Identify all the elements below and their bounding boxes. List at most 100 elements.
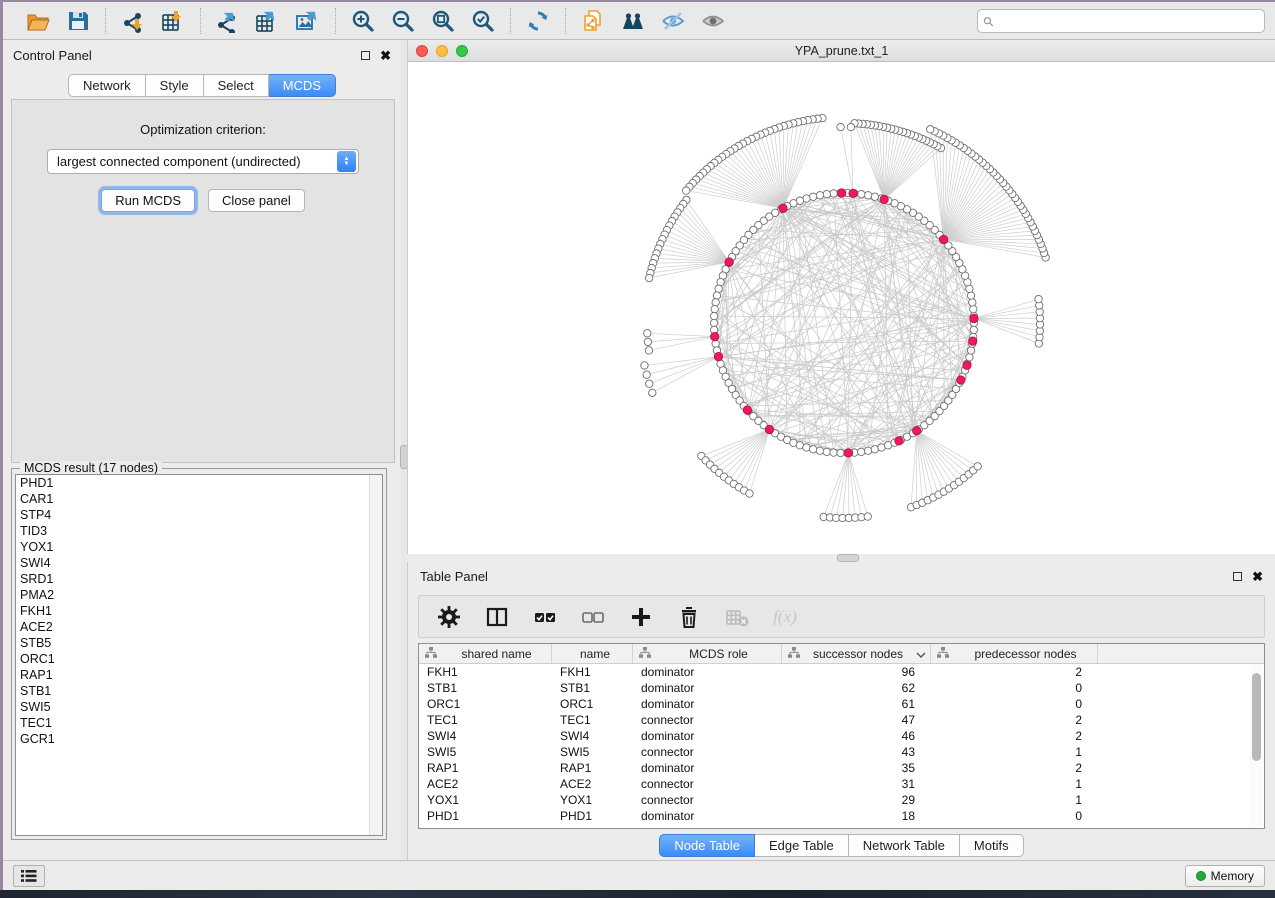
table-cell: 62 (782, 680, 931, 696)
criterion-dropdown[interactable]: largest connected component (undirected)… (47, 149, 359, 174)
scrollbar-thumb[interactable] (1252, 673, 1261, 761)
mcds-result-item[interactable]: STB1 (16, 683, 382, 699)
import-network-icon[interactable] (120, 8, 146, 34)
memory-button[interactable]: Memory (1185, 865, 1265, 887)
search-input[interactable] (977, 9, 1265, 33)
table-scrollbar[interactable] (1250, 665, 1263, 827)
mcds-result-item[interactable]: SWI5 (16, 699, 382, 715)
node-table-body: FKH1FKH1dominator962STB1STB1dominator620… (419, 664, 1264, 824)
mcds-list-scrollbar[interactable] (369, 475, 382, 835)
table-cell: dominator (633, 760, 782, 776)
tab-edge-table[interactable]: Edge Table (755, 834, 849, 857)
mcds-result-item[interactable]: SWI4 (16, 555, 382, 571)
refresh-icon[interactable] (525, 8, 551, 34)
clone-network-icon[interactable] (580, 8, 606, 34)
delete-column-icon[interactable] (677, 605, 701, 629)
select-all-icon[interactable] (533, 605, 557, 629)
list-icon (21, 869, 37, 883)
table-row[interactable]: FKH1FKH1dominator962 (419, 664, 1264, 680)
mcds-result-item[interactable]: ORC1 (16, 651, 382, 667)
table-cell: 47 (782, 712, 931, 728)
table-row[interactable]: SWI4SWI4dominator462 (419, 728, 1264, 744)
table-cell: dominator (633, 696, 782, 712)
mcds-result-item[interactable]: PHD1 (16, 475, 382, 491)
mcds-result-item[interactable]: CAR1 (16, 491, 382, 507)
table-cell: dominator (633, 728, 782, 744)
tab-network[interactable]: Network (68, 74, 146, 97)
tab-motifs[interactable]: Motifs (960, 834, 1024, 857)
tab-network-table[interactable]: Network Table (849, 834, 960, 857)
mcds-result-item[interactable]: TEC1 (16, 715, 382, 731)
tab-select[interactable]: Select (204, 74, 269, 97)
table-row[interactable]: STB1STB1dominator620 (419, 680, 1264, 696)
column-header-MCDS-role[interactable]: MCDS role (633, 644, 782, 663)
table-cell: 0 (931, 808, 1098, 824)
export-image-icon[interactable] (295, 8, 321, 34)
table-cell: ORC1 (552, 696, 633, 712)
task-history-button[interactable] (13, 865, 45, 887)
float-panel-icon[interactable] (361, 51, 370, 60)
table-row[interactable]: ACE2ACE2connector311 (419, 776, 1264, 792)
import-table-icon[interactable] (160, 8, 186, 34)
close-panel-icon[interactable]: ✖ (380, 51, 391, 60)
save-session-icon[interactable] (65, 8, 91, 34)
column-header-predecessor-nodes[interactable]: predecessor nodes (931, 644, 1098, 663)
table-panel-tabs: Node Table Edge Table Network Table Moti… (408, 834, 1275, 857)
control-panel-header: Control Panel ✖ (3, 40, 401, 66)
deselect-all-icon[interactable] (581, 605, 605, 629)
mcds-result-item[interactable]: TID3 (16, 523, 382, 539)
column-header-successor-nodes[interactable]: successor nodes (782, 644, 931, 663)
tab-mcds[interactable]: MCDS (269, 74, 336, 97)
mcds-result-item[interactable]: FKH1 (16, 603, 382, 619)
mcds-result-item[interactable]: SRD1 (16, 571, 382, 587)
export-network-icon[interactable] (215, 8, 241, 34)
network-window-titlebar[interactable]: YPA_prune.txt_1 (408, 40, 1275, 62)
horizontal-splitter[interactable] (407, 554, 1275, 562)
splitter-handle[interactable] (837, 554, 859, 562)
float-panel-icon[interactable] (1233, 572, 1242, 581)
table-row[interactable]: PHD1PHD1dominator180 (419, 808, 1264, 824)
zoom-fit-icon[interactable] (430, 8, 456, 34)
open-session-icon[interactable] (25, 8, 51, 34)
mcds-result-item[interactable]: RAP1 (16, 667, 382, 683)
table-cell: SWI5 (552, 744, 633, 760)
table-cell: FKH1 (552, 664, 633, 680)
export-table-icon[interactable] (255, 8, 281, 34)
table-panel-header: Table Panel ✖ (408, 562, 1275, 586)
table-row[interactable]: TEC1TEC1connector472 (419, 712, 1264, 728)
table-row[interactable]: RAP1RAP1dominator352 (419, 760, 1264, 776)
zoom-out-icon[interactable] (390, 8, 416, 34)
network-canvas[interactable] (408, 62, 1275, 554)
close-panel-button[interactable]: Close panel (208, 189, 305, 212)
close-panel-icon[interactable]: ✖ (1252, 572, 1263, 581)
first-neighbors-icon[interactable] (620, 8, 646, 34)
hide-selected-icon[interactable] (660, 8, 686, 34)
column-header-name[interactable]: name (552, 644, 633, 663)
mcds-result-item[interactable]: GCR1 (16, 731, 382, 747)
mcds-result-item[interactable]: YOX1 (16, 539, 382, 555)
table-row[interactable]: SWI5SWI5connector431 (419, 744, 1264, 760)
run-mcds-button[interactable]: Run MCDS (101, 189, 195, 212)
mcds-result-item[interactable]: PMA2 (16, 587, 382, 603)
zoom-in-icon[interactable] (350, 8, 376, 34)
mcds-result-item[interactable]: STB5 (16, 635, 382, 651)
tab-node-table[interactable]: Node Table (659, 834, 755, 857)
column-header-shared-name[interactable]: shared name (419, 644, 552, 663)
table-cell: TEC1 (552, 712, 633, 728)
show-all-icon[interactable] (700, 8, 726, 34)
table-cell: 46 (782, 728, 931, 744)
table-row[interactable]: YOX1YOX1connector291 (419, 792, 1264, 808)
table-cell: connector (633, 776, 782, 792)
table-cell: connector (633, 712, 782, 728)
mcds-result-item[interactable]: STP4 (16, 507, 382, 523)
settings-gear-icon[interactable] (437, 605, 461, 629)
zoom-selected-icon[interactable] (470, 8, 496, 34)
control-panel: Control Panel ✖ Network Style Select MCD… (3, 40, 401, 860)
add-column-icon[interactable] (629, 605, 653, 629)
mcds-result-list[interactable]: PHD1CAR1STP4TID3YOX1SWI4SRD1PMA2FKH1ACE2… (15, 474, 383, 836)
node-table[interactable]: shared namenameMCDS rolesuccessor nodesp… (418, 643, 1265, 829)
column-layout-icon[interactable] (485, 605, 509, 629)
mcds-result-item[interactable]: ACE2 (16, 619, 382, 635)
tab-style[interactable]: Style (146, 74, 204, 97)
table-row[interactable]: ORC1ORC1dominator610 (419, 696, 1264, 712)
